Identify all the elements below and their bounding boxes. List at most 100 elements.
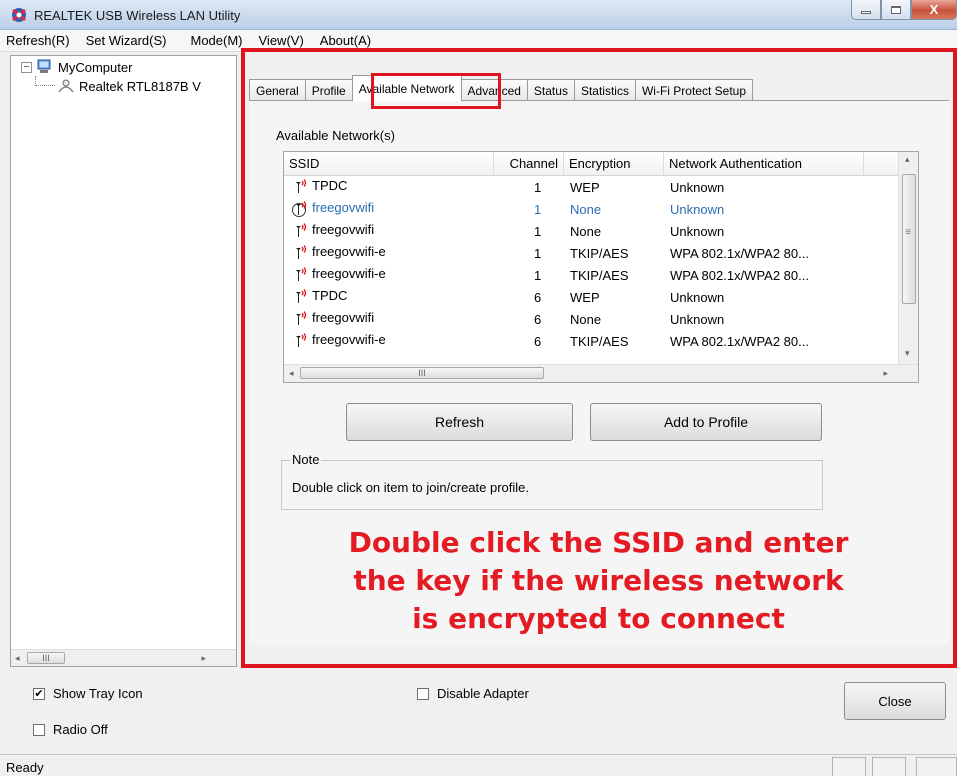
realtek-app-icon: [12, 8, 26, 22]
tab-profile[interactable]: Profile: [304, 79, 353, 101]
minimize-icon: [861, 11, 871, 14]
ssid-text: freegovwifi: [312, 200, 375, 215]
auth-cell: Unknown: [670, 224, 725, 239]
add-to-profile-button[interactable]: Add to Profile: [590, 403, 822, 441]
menu-about[interactable]: About(A): [312, 33, 379, 48]
encryption-cell: None: [570, 312, 602, 327]
instruction-line-3: is encrypted to connect: [412, 602, 785, 635]
close-icon: X: [929, 2, 939, 17]
tree-item-mycomputer[interactable]: − MyComputer: [21, 59, 132, 75]
tab-wifi-protect-setup[interactable]: Wi-Fi Protect Setup: [634, 79, 753, 101]
radio-off-option[interactable]: Radio Off: [33, 722, 108, 737]
list-header: SSID Channel Encryption Network Authenti…: [284, 152, 898, 176]
ssid-cell: freegovwifi-e: [292, 266, 386, 283]
tree-scroll-thumb[interactable]: III: [27, 652, 65, 664]
ssid-cell: TPDC: [292, 178, 347, 195]
network-row[interactable]: freegovwifi 1 None Unknown: [284, 221, 898, 243]
list-rows: TPDC 1 WEP Unknown freegovwifi 1 None Unknown fr…: [284, 177, 898, 353]
tab-statistics[interactable]: Statistics: [573, 79, 636, 101]
tab-advanced[interactable]: Advanced: [460, 79, 528, 101]
disable-adapter-checkbox[interactable]: [417, 687, 429, 700]
network-row[interactable]: TPDC 1 WEP Unknown: [284, 177, 898, 199]
ssid-text: TPDC: [312, 178, 348, 193]
auth-cell: Unknown: [670, 312, 725, 327]
instruction-line-1: Double click the SSID and enter: [348, 526, 849, 559]
status-bar: Ready: [0, 754, 957, 776]
network-row[interactable]: freegovwifi 6 None Unknown: [284, 309, 898, 331]
network-row[interactable]: TPDC 6 WEP Unknown: [284, 287, 898, 309]
list-horizontal-scrollbar[interactable]: ◂ III ▸: [284, 364, 918, 382]
title-bar: REALTEK USB Wireless LAN Utility X: [0, 0, 957, 30]
tab-strip: General Profile Available Network Advanc…: [249, 75, 753, 101]
column-encryption[interactable]: Encryption: [564, 152, 664, 176]
menu-refresh[interactable]: Refresh(R): [0, 33, 78, 48]
maximize-icon: [891, 5, 901, 14]
close-window-button[interactable]: X: [911, 0, 957, 20]
maximize-button[interactable]: [881, 0, 911, 20]
signal-icon: [296, 266, 307, 281]
scroll-down-icon[interactable]: ▾: [905, 348, 910, 359]
menu-set-wizard[interactable]: Set Wizard(S): [78, 33, 175, 48]
list-vertical-thumb[interactable]: ≡: [902, 174, 916, 304]
note-title: Note: [290, 452, 322, 467]
encryption-cell: TKIP/AES: [570, 334, 629, 349]
list-scroll-left-icon[interactable]: ◂: [289, 368, 294, 379]
disable-adapter-option[interactable]: Disable Adapter: [417, 686, 529, 701]
encryption-cell: None: [570, 202, 602, 217]
minimize-button[interactable]: [851, 0, 881, 20]
computer-icon: [37, 59, 51, 73]
network-list[interactable]: SSID Channel Encryption Network Authenti…: [283, 151, 919, 383]
refresh-button[interactable]: Refresh: [346, 403, 573, 441]
ssid-cell: freegovwifi-e: [292, 244, 386, 261]
note-text: Double click on item to join/create prof…: [292, 480, 530, 495]
tree-item-adapter[interactable]: Realtek RTL8187B V: [35, 76, 201, 94]
auth-cell: WPA 802.1x/WPA2 80...: [670, 268, 809, 283]
show-tray-icon-checkbox[interactable]: ✔: [33, 687, 45, 700]
network-row[interactable]: freegovwifi-e 1 TKIP/AES WPA 802.1x/WPA2 80…: [284, 243, 898, 265]
auth-cell: Unknown: [670, 180, 725, 195]
channel-cell: 6: [534, 312, 542, 327]
tab-general[interactable]: General: [249, 79, 306, 101]
collapse-icon[interactable]: −: [21, 61, 32, 73]
ssid-cell: TPDC: [292, 288, 347, 305]
ssid-text: freegovwifi: [312, 310, 375, 325]
menu-view[interactable]: View(V): [251, 33, 312, 48]
network-adapter-icon: [58, 79, 74, 93]
ssid-text: freegovwifi-e: [312, 266, 386, 281]
tab-available-network[interactable]: Available Network: [351, 75, 462, 101]
network-row[interactable]: freegovwifi-e 1 TKIP/AES WPA 802.1x/WPA2 80…: [284, 265, 898, 287]
channel-cell: 6: [534, 334, 542, 349]
signal-icon: [296, 222, 307, 237]
list-horizontal-thumb[interactable]: III: [300, 367, 544, 379]
ssid-text: freegovwifi-e: [312, 332, 386, 347]
column-ssid[interactable]: SSID: [284, 152, 494, 176]
menu-mode[interactable]: Mode(M): [174, 33, 250, 48]
available-networks-label: Available Network(s): [276, 128, 395, 143]
tree-connector: [35, 76, 55, 86]
ssid-text: freegovwifi-e: [312, 244, 386, 259]
network-row[interactable]: freegovwifi 1 None Unknown: [284, 199, 898, 221]
column-network-authentication[interactable]: Network Authentication: [664, 152, 864, 176]
signal-icon: [296, 178, 307, 193]
network-row[interactable]: freegovwifi-e 6 TKIP/AES WPA 802.1x/WPA2 80…: [284, 331, 898, 353]
scroll-left-icon[interactable]: ◂: [15, 653, 20, 664]
instruction-line-2: the key if the wireless network: [353, 564, 844, 597]
encryption-cell: TKIP/AES: [570, 268, 629, 283]
signal-icon: [296, 310, 307, 325]
tree-horizontal-scrollbar[interactable]: ◂ III ▸: [11, 649, 236, 666]
ssid-text: TPDC: [312, 288, 348, 303]
radio-off-checkbox[interactable]: [33, 723, 45, 736]
signal-icon: [296, 288, 307, 303]
status-pane-2: [872, 757, 906, 776]
status-pane-1: [832, 757, 866, 776]
tab-status[interactable]: Status: [526, 79, 575, 101]
scroll-up-icon[interactable]: ▴: [905, 154, 910, 165]
list-vertical-scrollbar[interactable]: ▴ ≡ ▾: [898, 152, 918, 364]
scroll-right-icon[interactable]: ▸: [201, 653, 206, 664]
close-button[interactable]: Close: [844, 682, 946, 720]
encryption-cell: WEP: [570, 290, 600, 305]
ssid-cell: freegovwifi-e: [292, 332, 386, 349]
list-scroll-right-icon[interactable]: ▸: [883, 368, 888, 379]
show-tray-icon-option[interactable]: ✔ Show Tray Icon: [33, 686, 143, 701]
column-channel[interactable]: Channel: [494, 152, 564, 176]
